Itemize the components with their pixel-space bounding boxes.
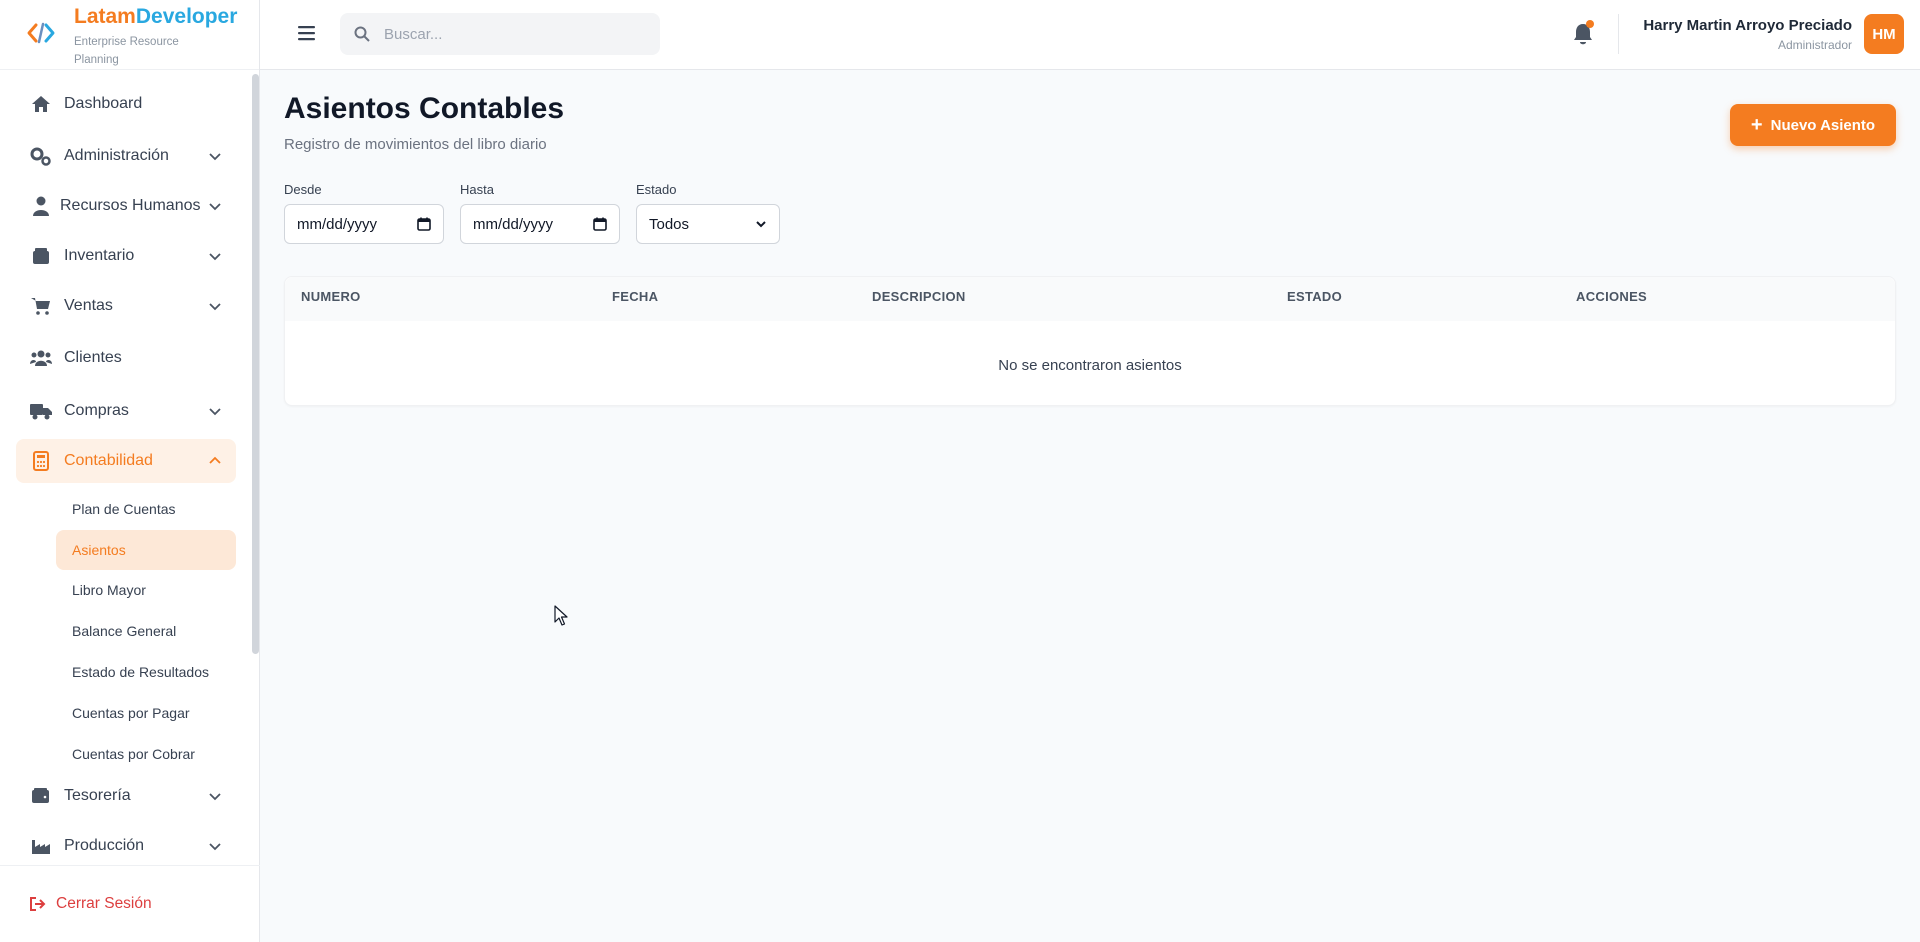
gears-icon — [30, 145, 52, 167]
sidebar-nav: Dashboard Administración Recursos Humano… — [0, 70, 252, 865]
filter-status: Estado Todos — [636, 182, 780, 244]
sidebar-item-contabilidad[interactable]: Contabilidad — [16, 439, 236, 483]
chevron-up-icon — [209, 456, 221, 464]
filter-to-label: Hasta — [460, 182, 494, 197]
sidebar-item-recursos-humanos[interactable]: Recursos Humanos — [16, 184, 236, 228]
search-input[interactable] — [384, 25, 634, 43]
column-header-descripcion[interactable]: DESCRIPCION — [872, 289, 966, 304]
sidebar: LatamDeveloper Enterprise Resource Plann… — [0, 0, 260, 942]
brand-logo-icon — [27, 22, 55, 44]
column-header-fecha[interactable]: FECHA — [612, 289, 658, 304]
chevron-down-icon — [209, 408, 221, 416]
user-menu[interactable]: Harry Martin Arroyo Preciado Administrad… — [1643, 14, 1904, 54]
user-tie-icon — [30, 195, 52, 217]
users-icon — [30, 347, 52, 369]
home-icon — [30, 93, 52, 115]
new-entry-button[interactable]: + Nuevo Asiento — [1730, 104, 1896, 146]
sidebar-item-tesoreria[interactable]: Tesorería — [16, 774, 236, 818]
entries-table: NUMERO FECHA DESCRIPCION ESTADO ACCIONES… — [284, 276, 1896, 406]
column-header-estado[interactable]: ESTADO — [1287, 289, 1342, 304]
hamburger-menu-icon[interactable] — [296, 22, 318, 44]
wallet-icon — [30, 785, 52, 807]
status-select[interactable]: Todos — [636, 204, 780, 244]
user-name: Harry Martin Arroyo Preciado — [1643, 16, 1852, 34]
sidebar-item-produccion[interactable]: Producción — [16, 824, 236, 865]
sidebar-subitem-cuentas-por-pagar[interactable]: Cuentas por Pagar — [56, 693, 236, 733]
sidebar-item-clientes[interactable]: Clientes — [16, 336, 236, 380]
truck-icon — [30, 400, 52, 422]
search-icon — [354, 26, 370, 42]
plus-icon: + — [1750, 113, 1763, 136]
industry-icon — [30, 835, 52, 857]
date-to-input[interactable]: mm/dd/yyyy — [460, 204, 620, 244]
cart-icon — [30, 295, 52, 317]
sidebar-item-ventas[interactable]: Ventas — [16, 284, 236, 328]
avatar[interactable]: HM — [1864, 14, 1904, 54]
box-icon — [30, 245, 52, 267]
chevron-down-icon — [209, 793, 221, 801]
search-box[interactable] — [340, 13, 660, 55]
sidebar-item-dashboard[interactable]: Dashboard — [16, 82, 236, 126]
column-header-acciones: ACCIONES — [1576, 289, 1648, 304]
page-title: Asientos Contables — [284, 92, 565, 125]
calculator-icon — [30, 450, 52, 472]
sidebar-item-administracion[interactable]: Administración — [16, 134, 236, 178]
calendar-icon[interactable] — [417, 217, 431, 231]
sign-out-icon — [30, 897, 46, 911]
column-header-numero[interactable]: NUMERO — [301, 289, 361, 304]
chevron-down-icon — [209, 153, 221, 161]
chevron-down-icon — [209, 203, 221, 211]
chevron-down-icon — [756, 221, 766, 228]
table-header: NUMERO FECHA DESCRIPCION ESTADO ACCIONES — [285, 277, 1895, 321]
sidebar-subitem-cuentas-por-cobrar[interactable]: Cuentas por Cobrar — [56, 734, 236, 774]
filter-status-label: Estado — [636, 182, 677, 197]
sidebar-subitem-libro-mayor[interactable]: Libro Mayor — [56, 570, 236, 610]
date-from-input[interactable]: mm/dd/yyyy — [284, 204, 444, 244]
notification-badge — [1586, 20, 1594, 28]
filter-from: Desde mm/dd/yyyy — [284, 182, 444, 244]
sidebar-scrollbar[interactable] — [252, 74, 259, 654]
chevron-down-icon — [209, 843, 221, 851]
sidebar-subitem-estado-de-resultados[interactable]: Estado de Resultados — [56, 652, 236, 692]
sidebar-item-compras[interactable]: Compras — [16, 389, 236, 433]
topbar: Harry Martin Arroyo Preciado Administrad… — [260, 0, 1920, 70]
chevron-down-icon — [209, 253, 221, 261]
brand[interactable]: LatamDeveloper Enterprise Resource Plann… — [0, 0, 259, 70]
chevron-down-icon — [209, 303, 221, 311]
topbar-divider — [1618, 14, 1619, 54]
calendar-icon[interactable] — [593, 217, 607, 231]
brand-subtitle: Enterprise Resource Planning — [74, 36, 179, 66]
sidebar-subitem-plan-de-cuentas[interactable]: Plan de Cuentas — [56, 489, 236, 529]
filter-from-label: Desde — [284, 182, 322, 197]
empty-state-message: No se encontraron asientos — [998, 357, 1182, 374]
sidebar-subitem-balance-general[interactable]: Balance General — [56, 611, 236, 651]
brand-name: LatamDeveloper — [74, 5, 238, 28]
sidebar-item-inventario[interactable]: Inventario — [16, 234, 236, 278]
new-entry-button-label: Nuevo Asiento — [1770, 116, 1876, 134]
mouse-cursor-icon — [554, 605, 568, 626]
filter-to: Hasta mm/dd/yyyy — [460, 182, 620, 244]
user-role: Administrador — [1777, 37, 1852, 52]
logout-button[interactable]: Cerrar Sesión — [0, 865, 260, 942]
page-subtitle: Registro de movimientos del libro diario — [284, 136, 547, 153]
sidebar-subitem-asientos[interactable]: Asientos — [56, 530, 236, 570]
